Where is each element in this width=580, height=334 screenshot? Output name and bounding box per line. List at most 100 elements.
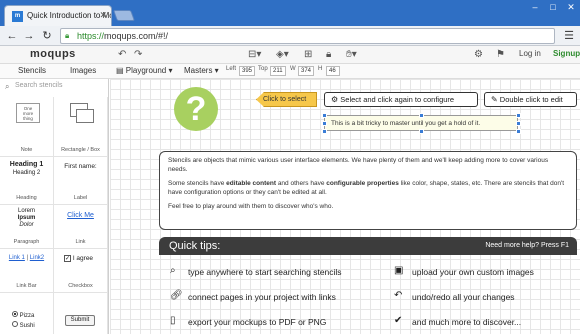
- app-header: moqups ↶ ↷ ⊟▾ ◈▾ ⊞ 🔒︎ ✋︎▾ ⚙ ⚑ Log in Sig…: [0, 46, 580, 64]
- width-field[interactable]: 374: [298, 66, 314, 76]
- linkbar-separator: |: [26, 255, 29, 261]
- link-icon: 🔗︎: [170, 290, 183, 301]
- resize-handle[interactable]: [516, 121, 521, 126]
- paragraph-caption: Paragraph: [13, 239, 40, 245]
- tip-links: connect pages in your project with links: [188, 292, 336, 302]
- tip-export: export your mockups to PDF or PNG: [188, 317, 327, 327]
- url-text: moqups.com/#!/: [104, 31, 169, 41]
- share-icon[interactable]: ⚑: [496, 49, 505, 60]
- stencil-link[interactable]: Click Me Link: [54, 205, 108, 249]
- radio-label-1: Pizza: [19, 313, 35, 319]
- height-field[interactable]: 46: [326, 66, 340, 76]
- linkbar-link1: Link 1: [8, 255, 25, 261]
- tip-more: and much more to discover...: [412, 317, 522, 327]
- menu-icon[interactable]: ☰: [564, 29, 574, 42]
- playground-dropdown[interactable]: ▤ Playground ▾: [116, 66, 173, 75]
- quick-tips-help: Need more help? Press F1: [485, 242, 569, 249]
- tip-upload: upload your own custom images: [412, 267, 534, 277]
- address-bar[interactable]: 🔒︎ https://moqups.com/#!/: [60, 28, 555, 44]
- logo: moqups: [30, 48, 76, 60]
- signup-link[interactable]: Signup: [553, 49, 580, 58]
- undo-icon[interactable]: ↶: [118, 49, 126, 60]
- tab-images[interactable]: Images: [70, 66, 96, 75]
- masters-label: Masters: [184, 66, 213, 75]
- stencil-heading[interactable]: Heading 1 Heading 2 Heading: [0, 157, 54, 205]
- double-click-box[interactable]: ✎ Double click to edit: [484, 92, 577, 107]
- stencil-linkbar[interactable]: Link 1 | Link2 Link Bar: [0, 249, 54, 293]
- resize-handle[interactable]: [419, 129, 424, 134]
- maximize-icon[interactable]: □: [546, 2, 560, 12]
- para-line-2: Ipsum: [17, 215, 36, 221]
- search-icon: ⌕: [170, 265, 176, 276]
- close-tab-icon[interactable]: ✕: [99, 10, 107, 21]
- minimize-icon[interactable]: –: [528, 2, 542, 12]
- info-p2-configurable: configurable properties: [326, 180, 399, 187]
- masters-dropdown[interactable]: Masters ▾: [184, 66, 219, 75]
- lock-toggle-icon[interactable]: 🔒︎: [326, 49, 331, 60]
- resize-handle[interactable]: [322, 129, 327, 134]
- forward-icon[interactable]: →: [22, 29, 36, 43]
- align-icon[interactable]: ⊟▾: [248, 49, 261, 60]
- click-to-select-callout[interactable]: Click to select: [256, 92, 317, 107]
- browser-toolbar: ← → ↻ 🔒︎ https://moqups.com/#!/ ☰: [0, 26, 580, 46]
- note-shape: One more thing: [16, 103, 40, 123]
- resize-handle[interactable]: [516, 113, 521, 118]
- browser-tabstrip: m Quick Introduction to Mo ✕ – □ ✕: [0, 0, 580, 26]
- info-p2-editable: editable content: [226, 180, 277, 187]
- reload-icon[interactable]: ↻: [40, 29, 54, 43]
- top-label: Top: [258, 66, 268, 72]
- stencil-radio[interactable]: Pizza Sushi: [0, 293, 54, 334]
- checkbox-caption: Checkbox: [68, 283, 93, 289]
- quick-tips-title: Quick tips:: [169, 240, 221, 252]
- resize-handle[interactable]: [322, 121, 327, 126]
- info-p2-a: Some stencils have: [168, 180, 227, 187]
- resize-handle[interactable]: [322, 113, 327, 118]
- linkbar-link2: Link2: [29, 255, 45, 261]
- browser-tab[interactable]: m Quick Introduction to Mo ✕: [4, 5, 112, 26]
- info-paragraph-3: Feel free to play around with them to di…: [168, 203, 334, 210]
- submit-button: Submit: [65, 315, 95, 326]
- stencil-panel: ⌕ Search stencils One more thing Note Re…: [0, 79, 109, 334]
- select-configure-box[interactable]: ⚙ Select and click again to configure: [324, 92, 478, 107]
- left-field[interactable]: 395: [239, 66, 255, 76]
- stencil-note[interactable]: One more thing Note: [0, 97, 54, 157]
- stencil-label[interactable]: First name: Label: [54, 157, 108, 205]
- search-placeholder: Search stencils: [15, 82, 63, 89]
- checkbox-text: I agree: [72, 255, 94, 262]
- resize-handle[interactable]: [419, 113, 424, 118]
- top-field[interactable]: 211: [270, 66, 286, 76]
- stencil-button[interactable]: Submit: [54, 293, 108, 334]
- info-box[interactable]: Stencils are objects that mimic various …: [159, 151, 577, 230]
- heading-caption: Heading: [16, 195, 37, 201]
- tab-stencils[interactable]: Stencils: [18, 66, 46, 75]
- link-text: Click Me: [67, 212, 94, 219]
- group-icon[interactable]: ⊞: [304, 49, 312, 60]
- gear-icon[interactable]: ⚙: [474, 49, 483, 60]
- info-paragraph-2: Some stencils have editable content and …: [168, 179, 568, 197]
- new-tab-button[interactable]: [112, 10, 136, 21]
- search-input[interactable]: ⌕ Search stencils: [3, 82, 103, 94]
- stencil-checkbox[interactable]: ✓ I agree Checkbox: [54, 249, 108, 293]
- back-icon[interactable]: ←: [5, 29, 19, 43]
- resize-handle[interactable]: [516, 129, 521, 134]
- para-line-3: Dolor: [19, 222, 34, 228]
- para-line-1: Lorem: [17, 208, 35, 214]
- layers-icon[interactable]: ◈▾: [276, 49, 289, 60]
- screenshot-root: { "browser": { "tab_title": "Quick Intro…: [0, 0, 580, 334]
- stencil-paragraph[interactable]: Lorem Ipsum Dolor Paragraph: [0, 205, 54, 249]
- redo-icon[interactable]: ↷: [134, 49, 142, 60]
- canvas[interactable]: ? Click to select ⚙ Select and click aga…: [110, 79, 580, 334]
- close-window-icon[interactable]: ✕: [564, 2, 578, 13]
- stencil-rectangle[interactable]: Rectangle / Box: [54, 97, 108, 157]
- note-caption: Note: [20, 147, 33, 153]
- rect-shape-front: [76, 109, 94, 123]
- hand-icon[interactable]: ✋︎▾: [346, 49, 357, 60]
- left-label: Left: [226, 66, 237, 72]
- image-icon: ▣: [394, 265, 404, 276]
- heading2-text: Heading 2: [12, 170, 41, 176]
- gear-icon: ⚙: [331, 95, 339, 104]
- login-link[interactable]: Log in: [519, 49, 541, 58]
- heading1-text: Heading 1: [9, 161, 44, 168]
- undo-icon: ↶: [394, 290, 403, 301]
- height-label: H: [318, 66, 323, 72]
